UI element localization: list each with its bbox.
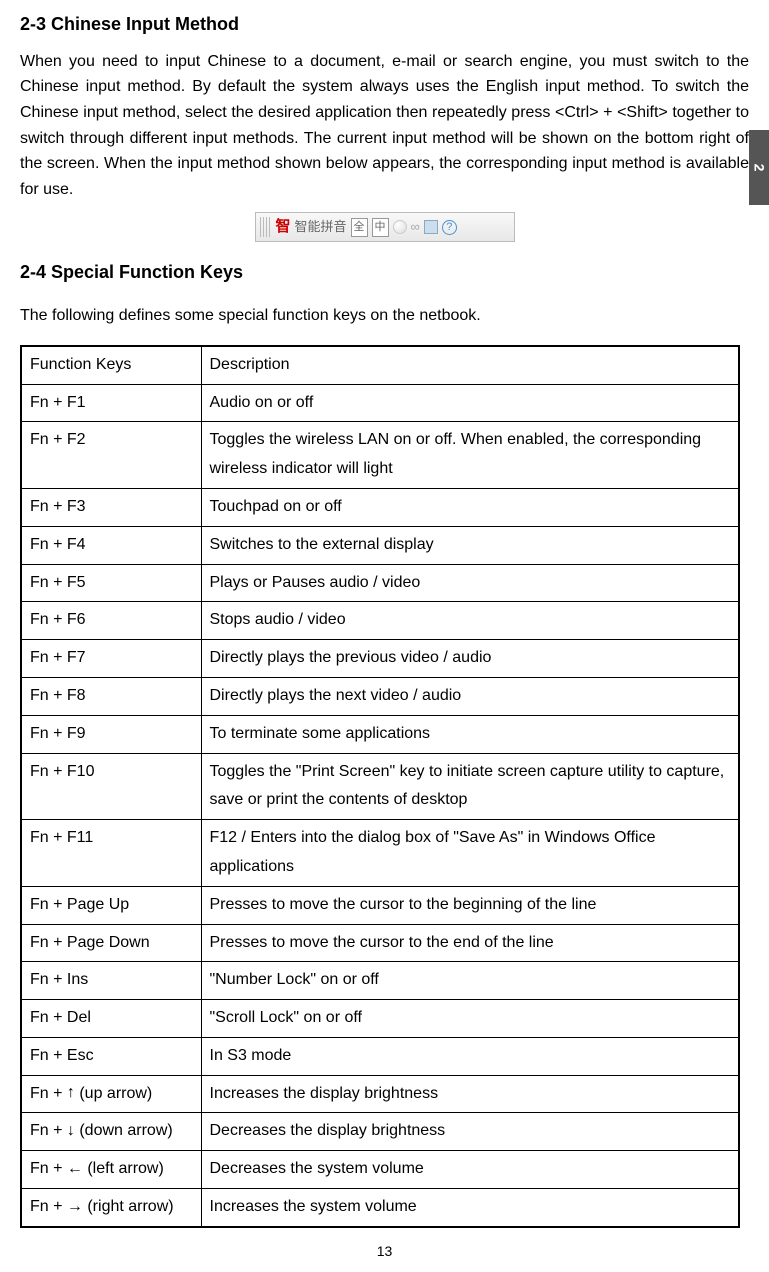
table-cell-desc: Stops audio / video xyxy=(201,602,739,640)
table-row: Fn + EscIn S3 mode xyxy=(21,1037,739,1075)
table-cell-desc: Plays or Pauses audio / video xyxy=(201,564,739,602)
table-row: Fn + F9To terminate some applications xyxy=(21,715,739,753)
arrow-icon: ↓ xyxy=(67,1123,75,1139)
table-cell-key: Fn + ← (left arrow) xyxy=(21,1151,201,1189)
intro-2-4: The following defines some special funct… xyxy=(20,303,749,329)
table-cell-key: Fn + ↑ (up arrow) xyxy=(21,1075,201,1113)
table-cell-desc: Presses to move the cursor to the beginn… xyxy=(201,886,739,924)
table-row: Fn + Ins"Number Lock" on or off xyxy=(21,962,739,1000)
arrow-icon: ↑ xyxy=(67,1085,75,1101)
table-row: Fn + ↓ (down arrow)Decreases the display… xyxy=(21,1113,739,1151)
table-cell-key: Fn + Page Up xyxy=(21,886,201,924)
table-cell-key: Fn + F8 xyxy=(21,677,201,715)
table-row: Fn + Del"Scroll Lock" on or off xyxy=(21,1000,739,1038)
table-row: Fn + ← (left arrow)Decreases the system … xyxy=(21,1151,739,1189)
table-cell-key: Fn + F1 xyxy=(21,384,201,422)
table-cell-desc: F12 / Enters into the dialog box of "Sav… xyxy=(201,820,739,887)
table-cell-key: Fn + F2 xyxy=(21,422,201,489)
heading-2-4: 2-4 Special Function Keys xyxy=(20,258,749,287)
table-cell-desc: Toggles the wireless LAN on or off. When… xyxy=(201,422,739,489)
table-cell-key: Fn + → (right arrow) xyxy=(21,1189,201,1227)
table-cell-desc: Toggles the "Print Screen" key to initia… xyxy=(201,753,739,820)
table-cell-key: Fn + Esc xyxy=(21,1037,201,1075)
table-row: Fn + → (right arrow)Increases the system… xyxy=(21,1189,739,1227)
table-row: Fn + F6Stops audio / video xyxy=(21,602,739,640)
chain-icon: ∞ xyxy=(411,217,420,238)
table-cell-key: Fn + F9 xyxy=(21,715,201,753)
table-cell-key: Fn + Ins xyxy=(21,962,201,1000)
table-row: Fn + F3Touchpad on or off xyxy=(21,488,739,526)
table-cell-desc: Audio on or off xyxy=(201,384,739,422)
function-keys-table: Function KeysDescriptionFn + F1Audio on … xyxy=(20,345,740,1228)
arrow-icon: ← xyxy=(67,1161,83,1177)
table-cell-key: Fn + F3 xyxy=(21,488,201,526)
table-row: Fn + F8Directly plays the next video / a… xyxy=(21,677,739,715)
table-cell-desc: Presses to move the cursor to the end of… xyxy=(201,924,739,962)
page-number: 13 xyxy=(20,1240,749,1262)
settings-icon xyxy=(424,220,438,234)
table-row: Fn + F5Plays or Pauses audio / video xyxy=(21,564,739,602)
table-row: Fn + F4Switches to the external display xyxy=(21,526,739,564)
table-cell-key: Fn + F6 xyxy=(21,602,201,640)
arrow-icon: → xyxy=(67,1199,83,1215)
table-cell-key: Fn + F7 xyxy=(21,640,201,678)
table-cell-key: Fn + F5 xyxy=(21,564,201,602)
moon-icon xyxy=(393,220,407,234)
table-cell-desc: Touchpad on or off xyxy=(201,488,739,526)
table-row: Fn + F7Directly plays the previous video… xyxy=(21,640,739,678)
table-row: Fn + F1Audio on or off xyxy=(21,384,739,422)
ime-quan-icon: 全 xyxy=(351,218,368,238)
table-cell-desc: "Number Lock" on or off xyxy=(201,962,739,1000)
table-row: Fn + F11F12 / Enters into the dialog box… xyxy=(21,820,739,887)
ime-zhi-icon: 智 xyxy=(276,215,291,239)
table-header-key: Function Keys xyxy=(21,346,201,384)
table-cell-desc: Increases the display brightness xyxy=(201,1075,739,1113)
table-cell-desc: To terminate some applications xyxy=(201,715,739,753)
heading-2-3: 2-3 Chinese Input Method xyxy=(20,10,749,39)
table-cell-key: Fn + Page Down xyxy=(21,924,201,962)
table-row: Fn + ↑ (up arrow)Increases the display b… xyxy=(21,1075,739,1113)
table-cell-desc: "Scroll Lock" on or off xyxy=(201,1000,739,1038)
table-cell-desc: Switches to the external display xyxy=(201,526,739,564)
table-row: Fn + F2Toggles the wireless LAN on or of… xyxy=(21,422,739,489)
table-cell-desc: Decreases the system volume xyxy=(201,1151,739,1189)
table-cell-desc: Directly plays the previous video / audi… xyxy=(201,640,739,678)
table-cell-desc: In S3 mode xyxy=(201,1037,739,1075)
table-cell-key: Fn + F4 xyxy=(21,526,201,564)
ime-zhong-icon: 中 xyxy=(372,218,389,238)
chapter-tab: 2 xyxy=(749,130,769,205)
help-icon: ? xyxy=(442,220,457,235)
ime-label: 智能拼音 xyxy=(295,217,347,238)
grip-icon xyxy=(260,217,272,237)
table-cell-desc: Increases the system volume xyxy=(201,1189,739,1227)
table-cell-key: Fn + F11 xyxy=(21,820,201,887)
table-cell-key: Fn + Del xyxy=(21,1000,201,1038)
table-cell-desc: Directly plays the next video / audio xyxy=(201,677,739,715)
table-cell-key: Fn + ↓ (down arrow) xyxy=(21,1113,201,1151)
table-header-desc: Description xyxy=(201,346,739,384)
table-row: Fn + F10Toggles the "Print Screen" key t… xyxy=(21,753,739,820)
body-2-3: When you need to input Chinese to a docu… xyxy=(20,49,749,203)
ime-toolbar: 智 智能拼音 全 中 ∞ ? xyxy=(255,212,515,242)
table-header-row: Function KeysDescription xyxy=(21,346,739,384)
table-cell-key: Fn + F10 xyxy=(21,753,201,820)
table-cell-desc: Decreases the display brightness xyxy=(201,1113,739,1151)
table-row: Fn + Page DownPresses to move the cursor… xyxy=(21,924,739,962)
table-row: Fn + Page UpPresses to move the cursor t… xyxy=(21,886,739,924)
